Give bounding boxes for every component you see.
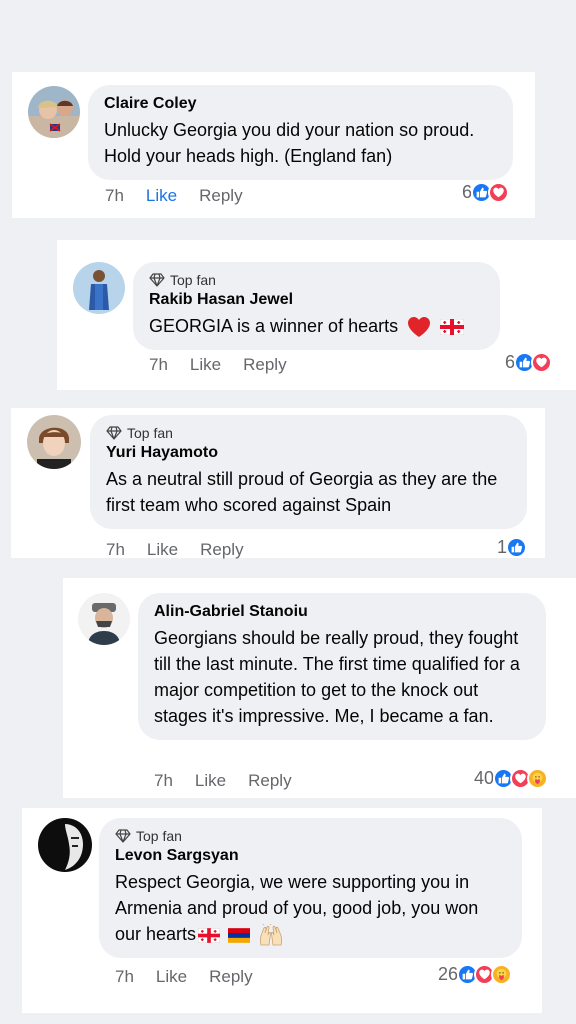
like-icon bbox=[506, 537, 528, 558]
diamond-icon bbox=[106, 426, 122, 440]
like-button[interactable]: Like bbox=[190, 355, 221, 375]
comment-text-row: GEORGIA is a winner of hearts bbox=[149, 313, 484, 339]
comment-text: Respect Georgia, we were supporting you … bbox=[115, 872, 479, 944]
love-icon bbox=[531, 352, 553, 373]
comment-bubble: Top fan Rakib Hasan Jewel GEORGIA is a w… bbox=[133, 262, 500, 350]
diamond-icon bbox=[149, 273, 165, 287]
reaction-summary[interactable]: 40 bbox=[474, 768, 549, 789]
timestamp[interactable]: 7h bbox=[154, 771, 173, 791]
top-fan-badge: Top fan bbox=[149, 272, 484, 288]
timestamp[interactable]: 7h bbox=[106, 540, 125, 560]
comment-actions: 7h Like Reply bbox=[106, 540, 244, 560]
reaction-count: 26 bbox=[438, 964, 459, 984]
top-fan-label: Top fan bbox=[170, 272, 216, 288]
georgia-flag-emoji bbox=[198, 928, 220, 943]
like-button[interactable]: Like bbox=[195, 771, 226, 791]
comment-bubble: Claire Coley Unlucky Georgia you did you… bbox=[88, 85, 513, 180]
like-button[interactable]: Like bbox=[146, 186, 177, 206]
reply-button[interactable]: Reply bbox=[243, 355, 286, 375]
top-fan-label: Top fan bbox=[136, 828, 182, 844]
care-icon bbox=[491, 964, 513, 985]
avatar[interactable] bbox=[38, 818, 92, 872]
comment-actions: 7h Like Reply bbox=[115, 967, 253, 987]
commenter-name[interactable]: Alin-Gabriel Stanoiu bbox=[154, 603, 530, 621]
comment-actions: 7h Like Reply bbox=[149, 355, 287, 375]
reply-button[interactable]: Reply bbox=[248, 771, 291, 791]
comment-actions: 7h Like Reply bbox=[105, 186, 243, 206]
like-button[interactable]: Like bbox=[156, 967, 187, 987]
commenter-name[interactable]: Yuri Hayamoto bbox=[106, 444, 511, 462]
top-fan-badge: Top fan bbox=[106, 425, 511, 441]
timestamp[interactable]: 7h bbox=[115, 967, 134, 987]
comment-actions: 7h Like Reply bbox=[154, 771, 292, 791]
raising-hands-emoji bbox=[258, 924, 284, 946]
commenter-name[interactable]: Claire Coley bbox=[104, 95, 497, 113]
armenia-flag-emoji bbox=[228, 928, 250, 943]
reaction-summary[interactable]: 1 bbox=[497, 537, 528, 558]
reaction-summary[interactable]: 6 bbox=[505, 352, 553, 373]
comment-text: GEORGIA is a winner of hearts bbox=[149, 316, 399, 336]
georgia-flag-emoji bbox=[440, 319, 464, 335]
avatar[interactable] bbox=[27, 415, 81, 469]
avatar[interactable] bbox=[78, 593, 130, 645]
commenter-name[interactable]: Levon Sargsyan bbox=[115, 847, 506, 865]
reply-button[interactable]: Reply bbox=[200, 540, 243, 560]
reaction-count: 40 bbox=[474, 768, 495, 788]
comment-text-row: Respect Georgia, we were supporting you … bbox=[115, 869, 506, 947]
comment-text: As a neutral still proud of Georgia as t… bbox=[106, 469, 498, 515]
reaction-summary[interactable]: 6 bbox=[462, 182, 510, 203]
comment-bubble: Top fan Levon Sargsyan Respect Georgia, … bbox=[99, 818, 522, 958]
commenter-name[interactable]: Rakib Hasan Jewel bbox=[149, 291, 484, 309]
reaction-summary[interactable]: 26 bbox=[438, 964, 513, 985]
like-button[interactable]: Like bbox=[147, 540, 178, 560]
love-icon bbox=[488, 182, 510, 203]
comment-bubble: Top fan Yuri Hayamoto As a neutral still… bbox=[90, 415, 527, 529]
comment-text: Georgians should be really proud, they f… bbox=[154, 628, 520, 726]
red-heart-emoji bbox=[407, 316, 431, 338]
top-fan-badge: Top fan bbox=[115, 828, 506, 844]
top-fan-label: Top fan bbox=[127, 425, 173, 441]
comment-bubble: Alin-Gabriel Stanoiu Georgians should be… bbox=[138, 593, 546, 740]
comment-text: Unlucky Georgia you did your nation so p… bbox=[104, 120, 475, 166]
avatar[interactable] bbox=[73, 262, 125, 314]
reply-button[interactable]: Reply bbox=[209, 967, 252, 987]
timestamp[interactable]: 7h bbox=[105, 186, 124, 206]
avatar[interactable] bbox=[28, 86, 80, 138]
care-icon bbox=[527, 768, 549, 789]
timestamp[interactable]: 7h bbox=[149, 355, 168, 375]
reply-button[interactable]: Reply bbox=[199, 186, 242, 206]
diamond-icon bbox=[115, 829, 131, 843]
